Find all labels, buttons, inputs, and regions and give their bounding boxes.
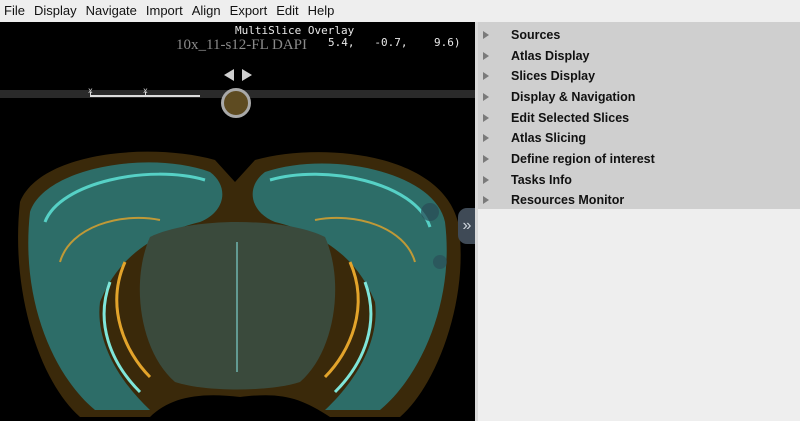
menu-help[interactable]: Help (304, 0, 340, 22)
panel-item-edit-selected-slices[interactable]: Edit Selected Slices (478, 107, 800, 128)
menu-import[interactable]: Import (142, 0, 188, 22)
panel-item-display-navigation[interactable]: Display & Navigation (478, 86, 800, 107)
expand-triangle-icon (483, 133, 489, 142)
scalebar-label: x (88, 86, 93, 95)
panel-section-list: Sources Atlas Display Slices Display Dis… (478, 22, 800, 209)
expand-panel-handle[interactable]: » (458, 208, 475, 244)
panel-item-label: Resources Monitor (511, 192, 625, 207)
menu-edit[interactable]: Edit (272, 0, 303, 22)
panel-item-slices-display[interactable]: Slices Display (478, 65, 800, 86)
panel-item-tasks-info[interactable]: Tasks Info (478, 169, 800, 190)
panel-item-atlas-slicing[interactable]: Atlas Slicing (478, 127, 800, 148)
menu-bar: File Display Navigate Import Align Expor… (0, 0, 800, 22)
cursor-coordinates: 5.4, -0.7, 9.6) (328, 36, 461, 49)
panel-item-atlas-display[interactable]: Atlas Display (478, 45, 800, 66)
menu-export[interactable]: Export (226, 0, 273, 22)
menu-file[interactable]: File (0, 0, 30, 22)
panel-item-label: Sources (511, 27, 561, 42)
panel-item-label: Display & Navigation (511, 89, 636, 104)
brain-slice-image (18, 151, 461, 417)
expand-triangle-icon (483, 175, 489, 184)
panel-item-label: Atlas Slicing (511, 130, 587, 145)
panel-item-label: Tasks Info (511, 172, 572, 187)
expand-triangle-icon (483, 92, 489, 101)
expand-triangle-icon (483, 113, 489, 122)
panel-item-sources[interactable]: Sources (478, 24, 800, 45)
panel-item-label: Slices Display (511, 68, 596, 83)
slice-name-label: 10x_11-s12-FL DAPI (176, 37, 307, 53)
menu-align[interactable]: Align (188, 0, 226, 22)
panel-item-label: Define region of interest (511, 151, 655, 166)
panel-item-label: Atlas Display (511, 48, 590, 63)
scalebar-label: x (143, 86, 148, 95)
expand-triangle-icon (483, 154, 489, 163)
side-panel: Sources Atlas Display Slices Display Dis… (478, 22, 800, 421)
panel-item-define-roi[interactable]: Define region of interest (478, 148, 800, 169)
previous-arrow-icon (224, 69, 234, 81)
expand-triangle-icon (483, 51, 489, 60)
menu-display[interactable]: Display (30, 0, 82, 22)
expand-triangle-icon (483, 71, 489, 80)
scale-bar (90, 92, 200, 97)
panel-item-label: Edit Selected Slices (511, 110, 630, 125)
expand-triangle-icon (483, 30, 489, 39)
slice-viewer[interactable]: MultiSlice Overlay 10x_11-s12-FL DAPI 5.… (0, 22, 475, 421)
next-arrow-icon (242, 69, 252, 81)
expand-triangle-icon (483, 195, 489, 204)
slice-nav-arrows[interactable] (222, 68, 256, 82)
double-chevron-right-icon: » (462, 217, 472, 234)
menu-navigate[interactable]: Navigate (82, 0, 142, 22)
slice-position-knob[interactable] (221, 88, 251, 118)
panel-item-resources-monitor[interactable]: Resources Monitor (478, 189, 800, 210)
